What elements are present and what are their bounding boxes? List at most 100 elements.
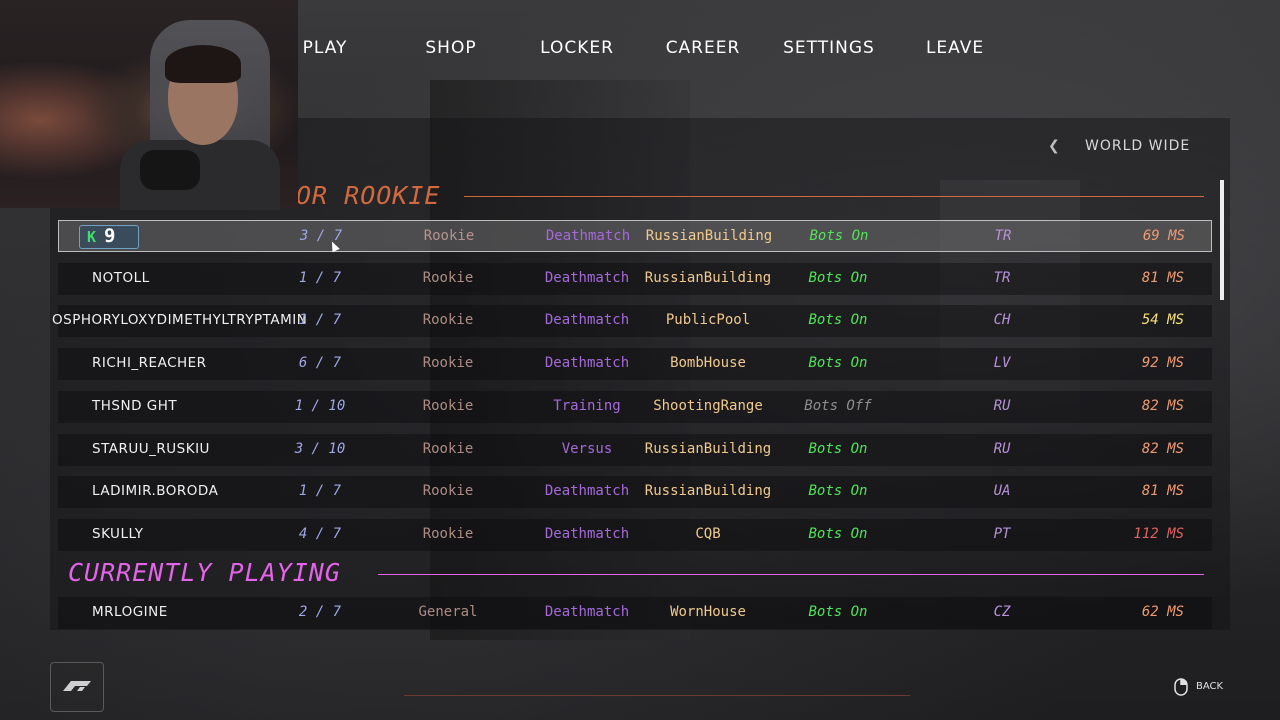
region-selector[interactable]: ❮ WORLD WIDE <box>1040 138 1200 158</box>
game-logo-icon <box>50 662 104 712</box>
game-mode: Deathmatch <box>544 355 630 372</box>
rank-label: Rookie <box>422 269 474 286</box>
map-name: RussianBuilding <box>644 440 772 457</box>
bots-status: Bots On <box>808 269 868 286</box>
bots-status: Bots On <box>809 228 869 244</box>
server-name: NOTOLL <box>92 269 150 286</box>
bots-status: Bots On <box>808 483 868 500</box>
top-nav: PLAY SHOP LOCKER CAREER SETTINGS LEAVE <box>0 38 1280 64</box>
ping-value: 92 MS <box>1141 355 1184 372</box>
game-mode: Training <box>553 397 621 414</box>
game-mode: Deathmatch <box>545 228 631 244</box>
nav-leave[interactable]: LEAVE <box>895 38 1015 58</box>
country-code: UA <box>993 483 1011 500</box>
rank-label: Rookie <box>422 525 474 542</box>
country-code: RU <box>993 440 1011 457</box>
game-mode: Versus <box>561 440 613 457</box>
ping-value: 81 MS <box>1141 483 1184 500</box>
player-count: 1 / 7 <box>298 483 342 500</box>
ping-value: 112 MS <box>1133 525 1184 542</box>
map-name: ShootingRange <box>653 397 763 414</box>
nav-career[interactable]: CAREER <box>643 38 763 58</box>
bots-status: Bots On <box>808 312 868 329</box>
section-title-currently-playing: CURRENTLY PLAYING <box>68 558 341 587</box>
webcam-microphone <box>140 150 200 190</box>
badge-number: 9 <box>104 225 116 247</box>
game-mode: Deathmatch <box>544 269 630 286</box>
ping-value: 69 MS <box>1142 228 1185 244</box>
server-name: STARUU_RUSKIU <box>92 440 210 457</box>
server-row[interactable]: RICHI_REACHER 6 / 7 Rookie Deathmatch BombHo… <box>58 348 1212 381</box>
server-row[interactable]: NOTOLL 1 / 7 Rookie Deathmatch RussianBuildi… <box>58 262 1212 295</box>
bots-status: Bots On <box>808 525 868 542</box>
back-label: BACK <box>1196 681 1224 692</box>
mouse-icon <box>1174 678 1188 696</box>
country-code: LV <box>993 355 1011 372</box>
player-count: 1 / 7 <box>298 269 342 286</box>
map-name: BombHouse <box>670 355 746 372</box>
section-title-rookie: OR ROOKIE <box>296 181 441 210</box>
map-name: CQB <box>695 525 721 542</box>
section-divider-rookie <box>464 196 1204 197</box>
bottom-divider <box>404 695 910 696</box>
player-badge-icon: K9 <box>79 225 139 249</box>
badge-letter: K <box>87 228 97 246</box>
player-count: 3 / 7 <box>299 228 343 244</box>
server-row-selected[interactable]: K9 3 / 7 Rookie Deathmatch RussianBuilding Bo… <box>58 220 1212 252</box>
bots-status: Bots On <box>808 604 868 620</box>
back-button[interactable]: BACK <box>1174 678 1254 696</box>
rank-label: Rookie <box>422 483 474 500</box>
server-name: THSND GHT <box>92 397 178 414</box>
country-code: RU <box>993 397 1011 414</box>
bots-status: Bots Off <box>804 397 872 414</box>
country-code: CZ <box>993 604 1011 620</box>
bots-status: Bots On <box>808 440 868 457</box>
ping-value: 82 MS <box>1141 397 1184 414</box>
server-row[interactable]: STARUU_RUSKIU 3 / 10 Rookie Versus RussianBu… <box>58 433 1212 466</box>
player-count: 4 / 7 <box>298 525 342 542</box>
game-mode: Deathmatch <box>544 312 630 329</box>
country-code: TR <box>994 228 1012 244</box>
server-row[interactable]: MRLOGINE 2 / 7 General Deathmatch WornHouse B… <box>58 597 1212 629</box>
server-name: OSPHORYLOXYDIMETHYLTRYPTAMIN <box>52 312 308 329</box>
country-code: PT <box>993 525 1011 542</box>
player-count: 1 / 10 <box>294 397 346 414</box>
rank-label: Rookie <box>422 312 474 329</box>
server-name: RICHI_REACHER <box>92 355 207 372</box>
game-mode: Deathmatch <box>544 604 630 620</box>
map-name: PublicPool <box>665 312 751 329</box>
ping-value: 62 MS <box>1141 604 1184 620</box>
nav-play[interactable]: PLAY <box>265 38 385 58</box>
server-row[interactable]: OSPHORYLOXYDIMETHYLTRYPTAMIN 1 / 7 Rookie D… <box>52 305 1212 338</box>
server-name: SKULLY <box>92 525 144 542</box>
webcam-overlay <box>0 0 298 210</box>
rank-label: Rookie <box>422 440 474 457</box>
map-name: RussianBuilding <box>644 483 772 500</box>
chevron-left-icon[interactable]: ❮ <box>1048 138 1061 154</box>
server-row[interactable]: THSND GHT 1 / 10 Rookie Training ShootingRan… <box>58 390 1212 423</box>
server-name: LADIMIR.BORODA <box>92 483 219 500</box>
map-name: RussianBuilding <box>644 269 772 286</box>
player-count: 6 / 7 <box>298 355 342 372</box>
nav-shop[interactable]: SHOP <box>391 38 511 58</box>
rank-label: Rookie <box>422 397 474 414</box>
bots-status: Bots On <box>808 355 868 372</box>
server-row[interactable]: SKULLY 4 / 7 Rookie Deathmatch CQB Bots On PT 1… <box>58 518 1212 551</box>
nav-locker[interactable]: LOCKER <box>517 38 637 58</box>
game-mode: Deathmatch <box>544 525 630 542</box>
ping-value: 82 MS <box>1141 440 1184 457</box>
rank-label: Rookie <box>423 228 475 244</box>
map-name: WornHouse <box>670 604 746 620</box>
player-count: 3 / 10 <box>294 440 346 457</box>
rank-label: Rookie <box>422 355 474 372</box>
server-name: MRLOGINE <box>92 604 168 620</box>
country-code: CH <box>993 312 1011 329</box>
region-label: WORLD WIDE <box>1085 138 1191 154</box>
player-count: 2 / 7 <box>298 604 342 620</box>
player-count: 1 / 7 <box>298 312 342 329</box>
ping-value: 81 MS <box>1141 269 1184 286</box>
nav-settings[interactable]: SETTINGS <box>769 38 889 58</box>
server-row[interactable]: LADIMIR.BORODA 1 / 7 Rookie Deathmatch Russi… <box>58 476 1212 509</box>
game-mode: Deathmatch <box>544 483 630 500</box>
scrollbar-thumb[interactable] <box>1220 180 1224 300</box>
